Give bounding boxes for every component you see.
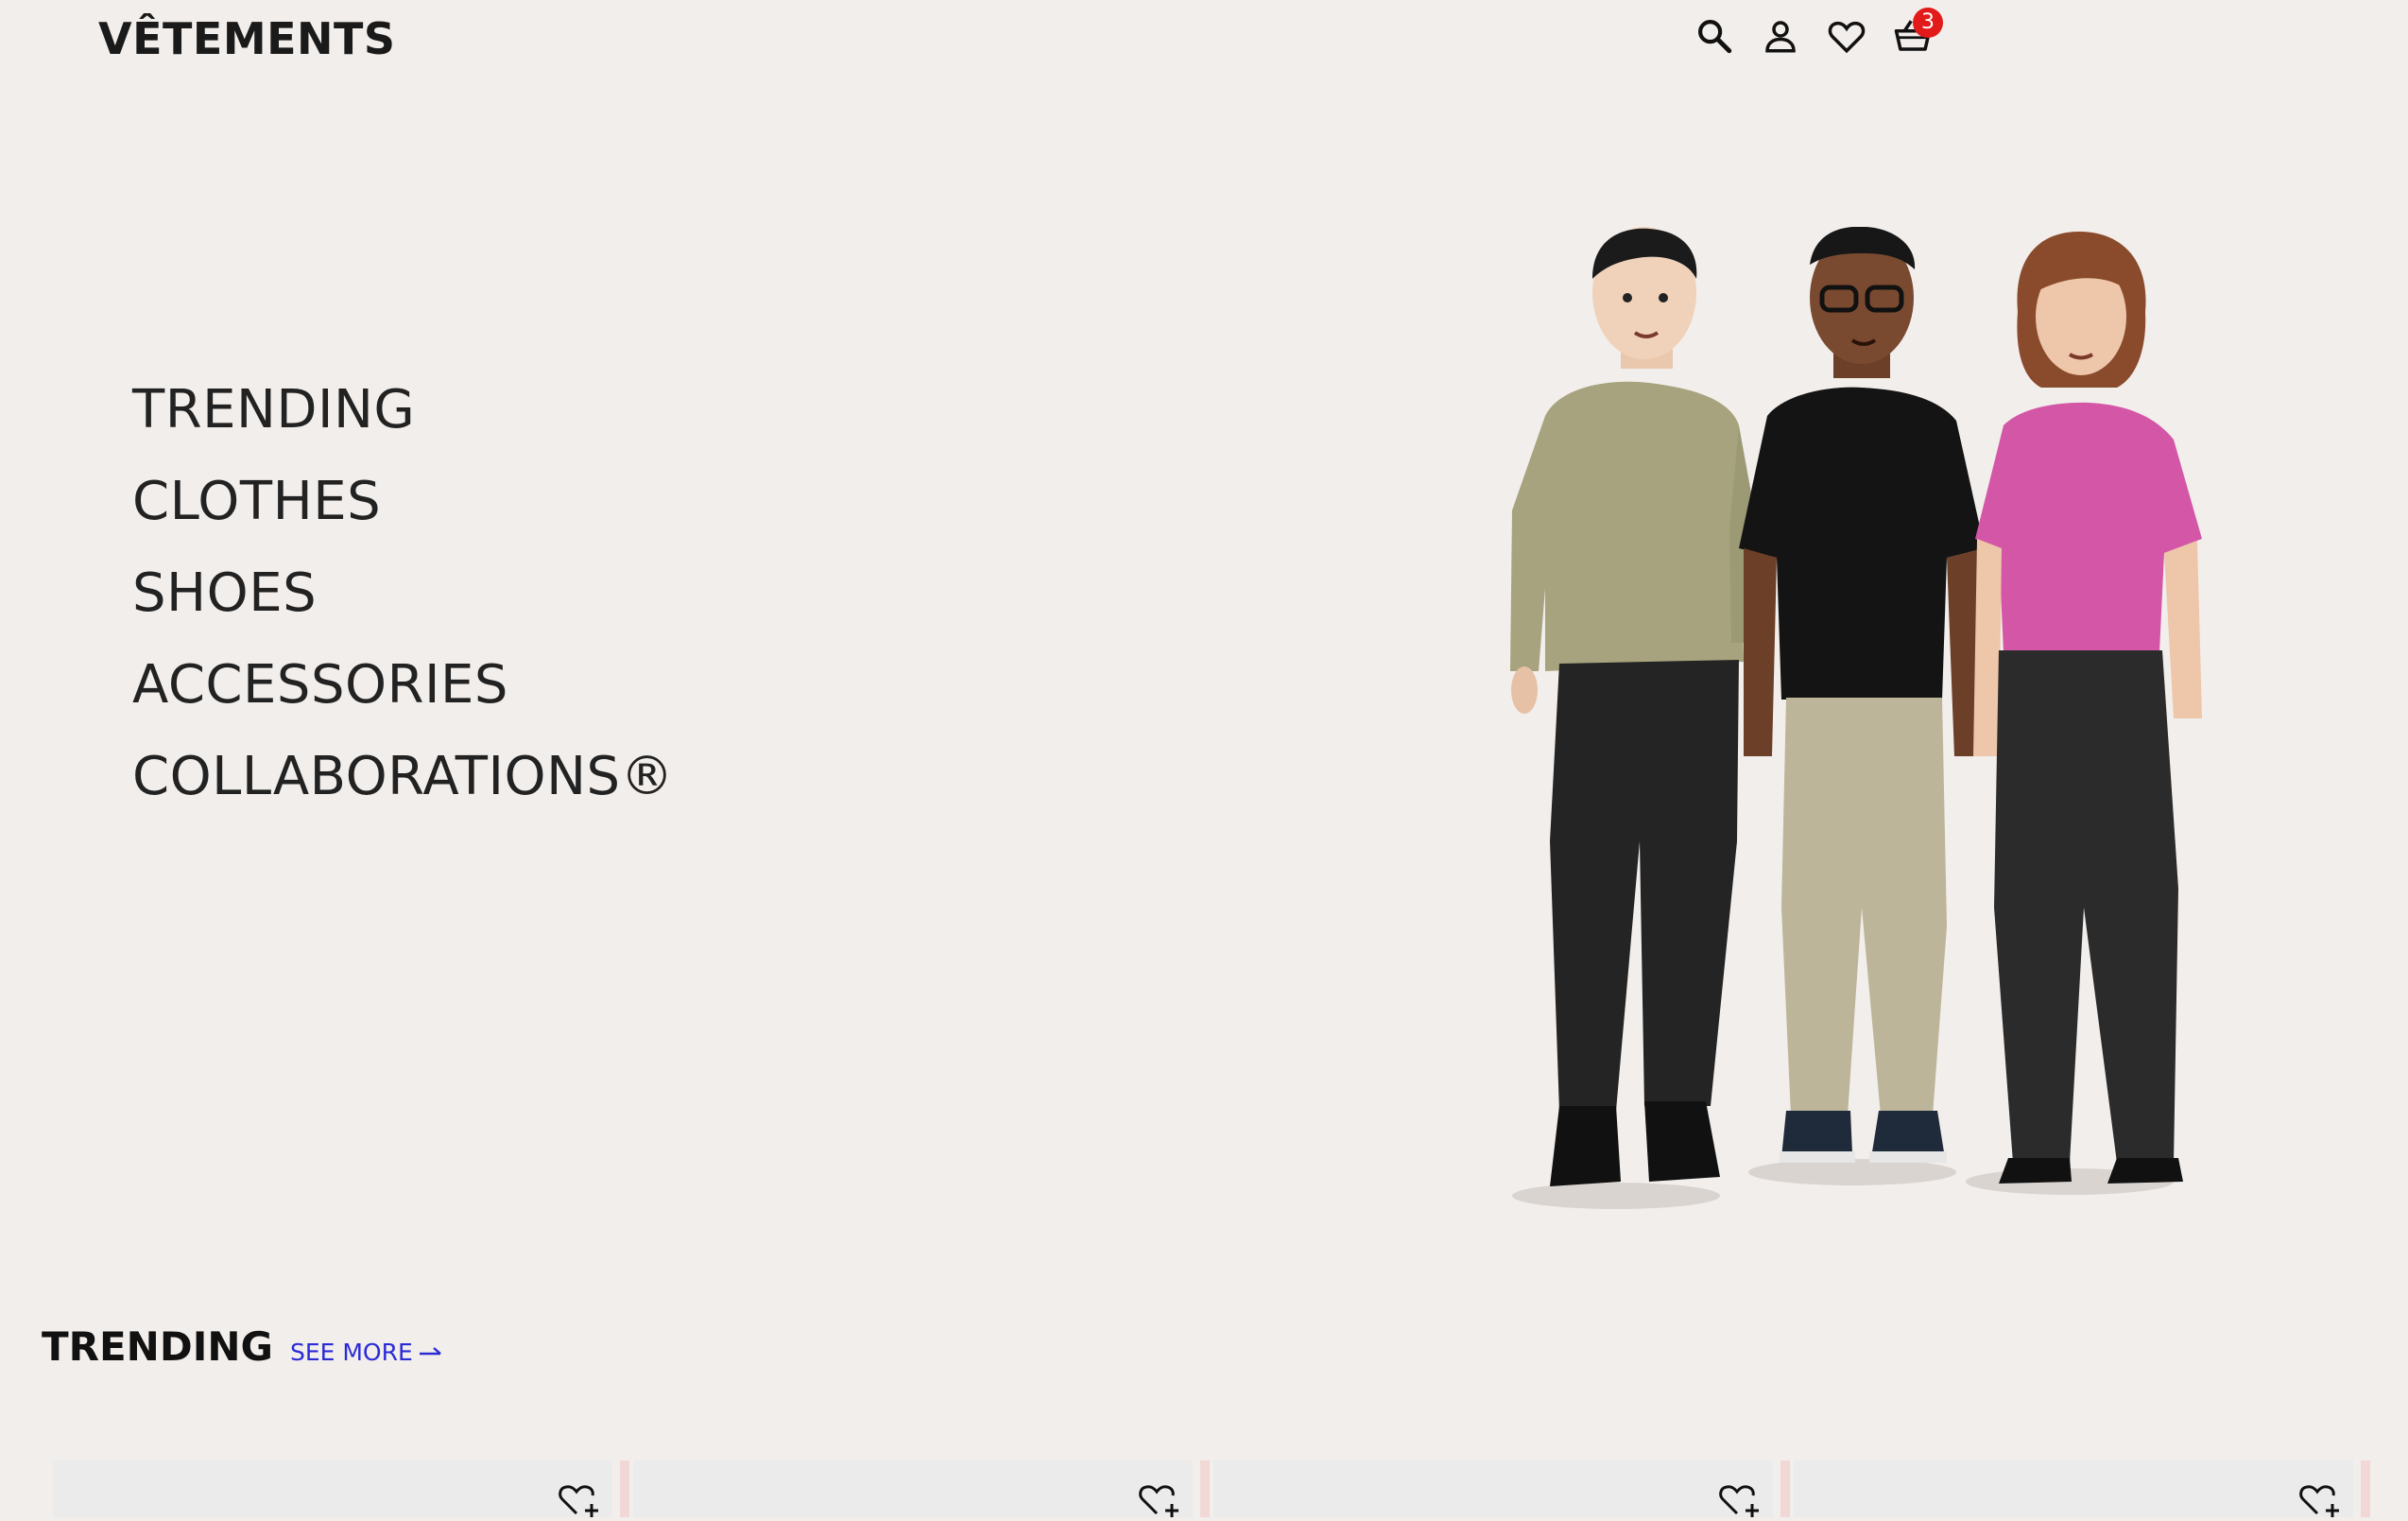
card-divider [1200,1461,1210,1517]
menu-item-collaborations[interactable]: COLLABORATIONS® [132,731,674,822]
site-logo[interactable]: VÊTEMENTS [98,13,396,64]
heart-icon[interactable] [1824,13,1869,59]
arrow-right-icon [419,1346,441,1355]
add-to-wishlist-icon[interactable] [2298,1479,2342,1517]
add-to-wishlist-icon[interactable] [558,1479,601,1517]
menu-item-accessories[interactable]: ACCESSORIES [132,639,674,731]
see-more-link[interactable]: SEE MORE [290,1339,443,1366]
menu-item-shoes[interactable]: SHOES [132,547,674,639]
category-menu: TRENDING CLOTHES SHOES ACCESSORIES COLLA… [132,364,674,822]
hero-people-illustration [1510,226,2202,1209]
header-actions: 3 [1692,8,1943,60]
product-card[interactable] [1794,1461,2353,1517]
user-icon[interactable] [1758,13,1803,59]
product-card[interactable] [1213,1461,1773,1517]
card-divider [2361,1461,2370,1517]
product-card[interactable] [633,1461,1193,1517]
cart-count-badge: 3 [1913,8,1943,38]
add-to-wishlist-icon[interactable] [1138,1479,1181,1517]
person-left [1510,227,1758,1186]
person-right [1973,232,2202,1184]
add-to-wishlist-icon[interactable] [1718,1479,1762,1517]
card-divider [620,1461,629,1517]
see-more-label: SEE MORE [289,1339,413,1366]
trending-section-header: TRENDING SEE MORE [42,1323,443,1370]
product-card[interactable] [53,1461,612,1517]
card-divider [1780,1461,1790,1517]
menu-item-trending[interactable]: TRENDING [132,364,674,456]
search-icon[interactable] [1692,13,1737,59]
section-title: TRENDING [42,1323,273,1370]
menu-item-clothes[interactable]: CLOTHES [132,456,674,547]
hero-image [1455,226,2249,1229]
person-middle [1739,226,1985,1163]
trending-products [53,1461,2408,1517]
basket-icon[interactable]: 3 [1890,8,1943,59]
